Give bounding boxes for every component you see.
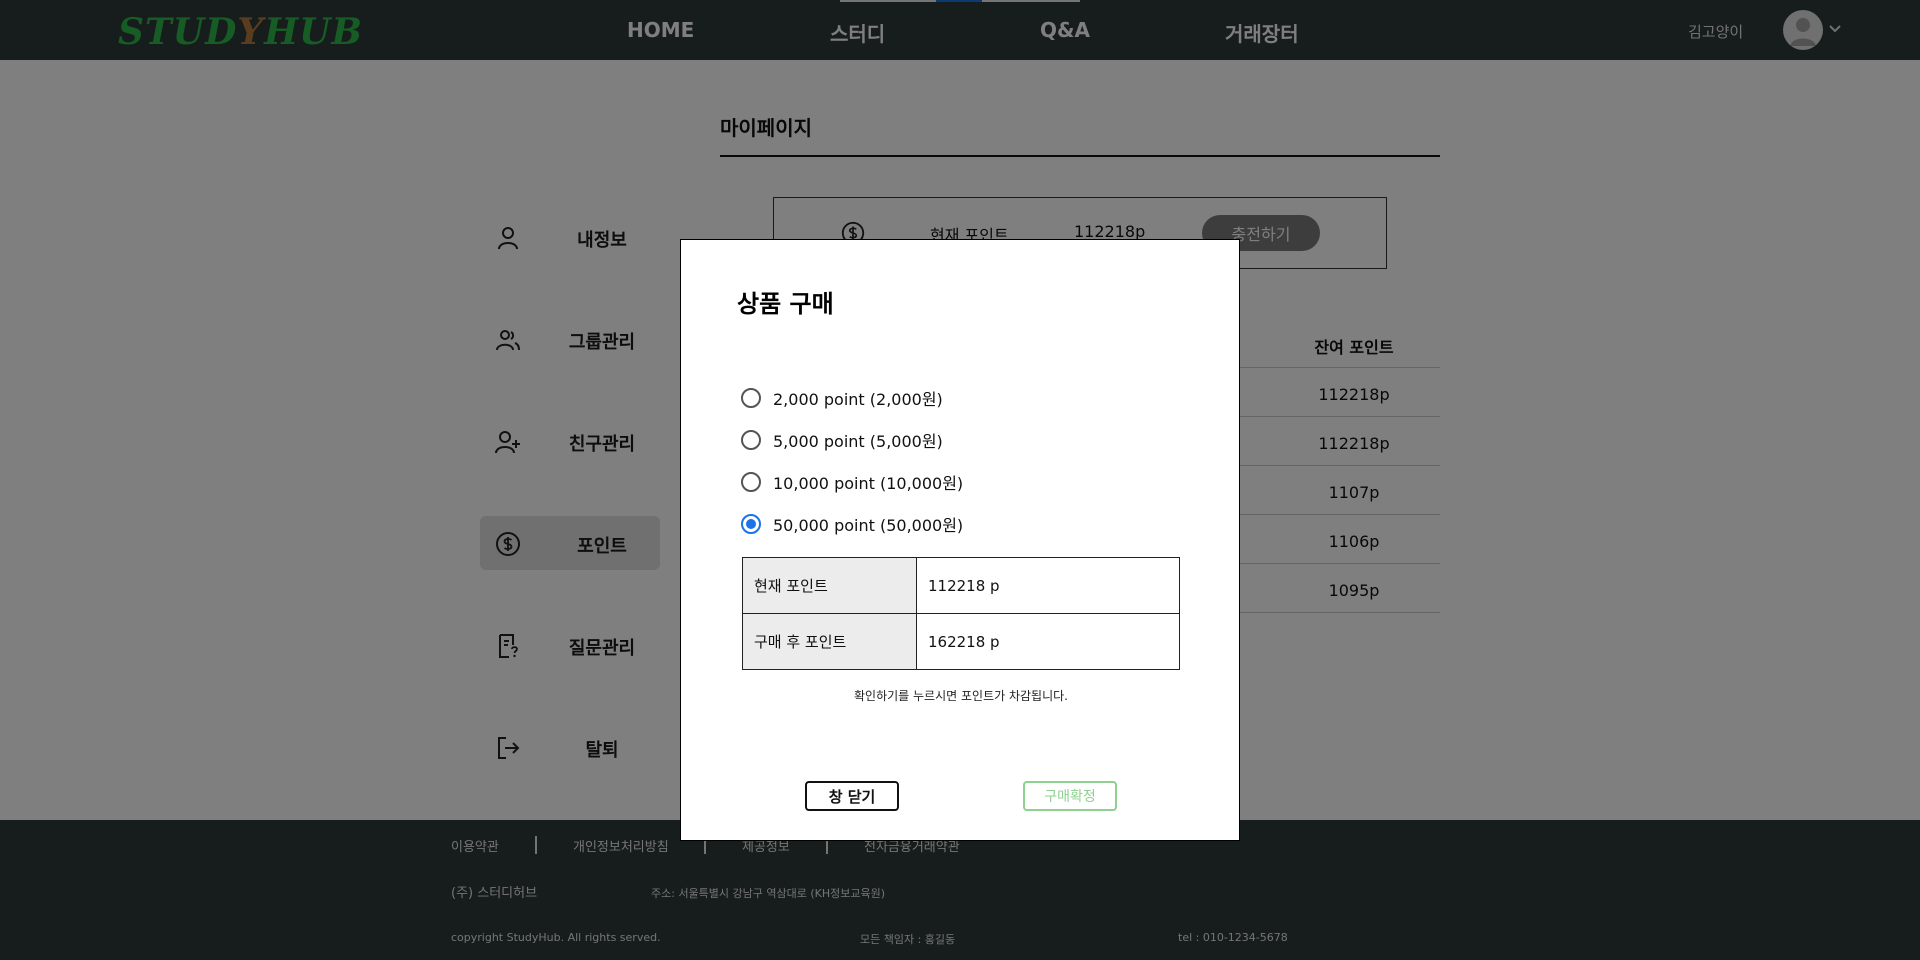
radio-button[interactable]: [741, 472, 761, 492]
option-label: 50,000 point (50,000원): [773, 516, 964, 535]
option-label: 10,000 point (10,000원): [773, 474, 964, 493]
point-summary-table: 현재 포인트 112218 p 구매 후 포인트 162218 p: [742, 557, 1180, 670]
deduction-notice: 확인하기를 누르시면 포인트가 차감됩니다.: [854, 689, 1068, 703]
table-key: 구매 후 포인트: [742, 613, 917, 670]
radio-button-selected[interactable]: [741, 514, 761, 534]
radio-button[interactable]: [741, 430, 761, 450]
table-row: 구매 후 포인트 162218 p: [742, 613, 1180, 670]
confirm-purchase-button[interactable]: 구매확정: [1023, 781, 1117, 811]
modal-title: 상품 구매: [737, 290, 834, 318]
radio-button[interactable]: [741, 388, 761, 408]
option-5000[interactable]: 5,000 point (5,000원): [741, 429, 943, 451]
option-10000[interactable]: 10,000 point (10,000원): [741, 471, 963, 493]
option-2000[interactable]: 2,000 point (2,000원): [741, 387, 943, 409]
close-modal-button[interactable]: 창 닫기: [805, 781, 899, 811]
table-value: 112218 p: [916, 557, 1180, 614]
option-label: 5,000 point (5,000원): [773, 432, 943, 451]
table-row: 현재 포인트 112218 p: [742, 557, 1180, 614]
table-key: 현재 포인트: [742, 557, 917, 614]
purchase-modal: 상품 구매 2,000 point (2,000원) 5,000 point (…: [680, 239, 1240, 841]
option-label: 2,000 point (2,000원): [773, 390, 943, 409]
option-50000[interactable]: 50,000 point (50,000원): [741, 513, 963, 535]
table-value: 162218 p: [916, 613, 1180, 670]
